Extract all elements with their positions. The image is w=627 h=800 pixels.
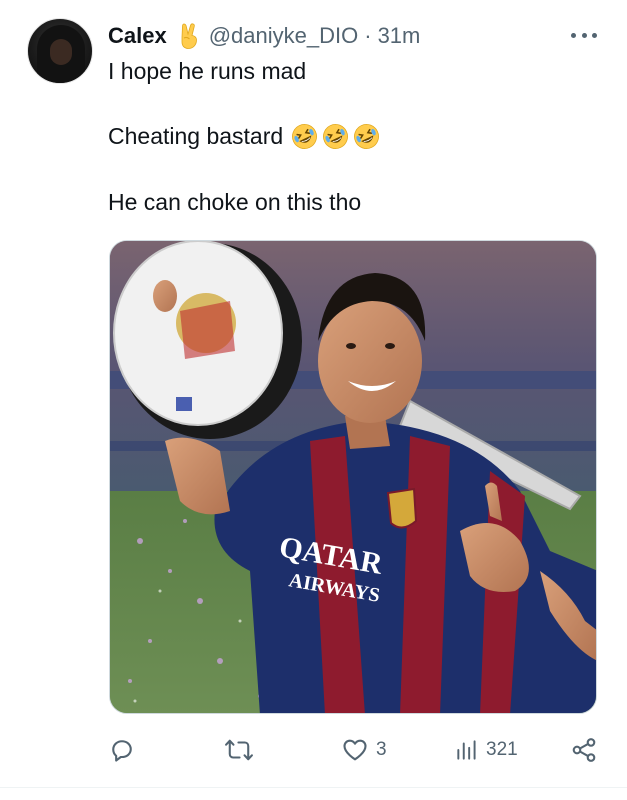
club-crest xyxy=(386,487,418,529)
avatar-face xyxy=(50,39,72,65)
views-button[interactable]: 321 xyxy=(454,732,518,768)
tweet: Calex @daniyke_DIO · 31m I hope he runs … xyxy=(0,0,627,800)
retweet-icon xyxy=(225,739,253,761)
display-name[interactable]: Calex xyxy=(108,23,167,49)
like-count: 3 xyxy=(376,739,387,760)
tweet-header: Calex @daniyke_DIO · 31m xyxy=(108,20,420,52)
like-button[interactable]: 3 xyxy=(340,732,387,768)
tweet-photo[interactable]: QATAR AIRWAYS xyxy=(109,240,597,714)
laughing-emoji-icon xyxy=(292,124,318,149)
tweet-text-line-2: Cheating bastard xyxy=(108,123,380,150)
views-chart-icon xyxy=(457,740,476,760)
timestamp[interactable]: 31m xyxy=(378,23,421,49)
reply-button[interactable] xyxy=(108,732,142,768)
victory-hand-emoji-icon xyxy=(181,23,197,49)
separator-dot: · xyxy=(364,23,372,48)
reply-icon xyxy=(112,740,132,762)
player-face xyxy=(318,299,422,423)
user-handle[interactable]: @daniyke_DIO xyxy=(209,23,359,49)
laughing-emoji-icon xyxy=(323,124,349,149)
tweet-text-line-1: I hope he runs mad xyxy=(108,58,307,84)
more-options-icon[interactable] xyxy=(571,25,597,45)
heart-icon xyxy=(343,739,367,761)
tweet-text-line-3: He can choke on this tho xyxy=(108,189,362,215)
tweet-text-line-2-text: Cheating bastard xyxy=(108,123,284,149)
share-icon xyxy=(572,738,596,762)
laughing-emoji-icon xyxy=(354,124,380,149)
views-count: 321 xyxy=(486,739,518,760)
retweet-button[interactable] xyxy=(224,732,260,768)
photo-footballer-with-trophy: QATAR AIRWAYS xyxy=(110,241,596,713)
avatar[interactable] xyxy=(27,18,93,84)
tweet-actions: 3 321 xyxy=(108,732,600,768)
divider xyxy=(0,787,627,788)
share-button[interactable] xyxy=(570,732,598,768)
